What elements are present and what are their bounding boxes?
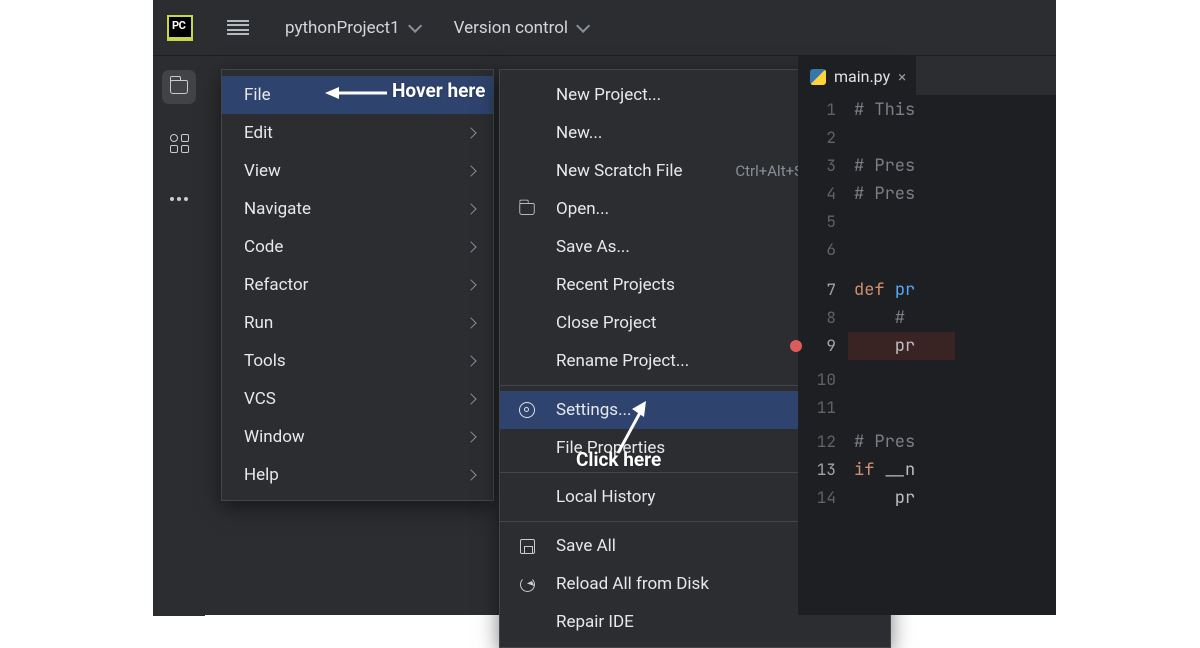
menu-item-label: Recent Projects — [556, 275, 675, 295]
menu-item-edit[interactable]: Edit — [222, 114, 493, 152]
menu-item-label: New... — [556, 123, 602, 143]
menu-item-vcs[interactable]: VCS — [222, 380, 493, 418]
chevron-down-icon — [576, 18, 590, 32]
menu-item-label: Local History — [556, 487, 655, 507]
menu-item-view[interactable]: View — [222, 152, 493, 190]
menu-item-refactor[interactable]: Refactor — [222, 266, 493, 304]
menu-item-label: Open... — [556, 199, 609, 219]
save-icon — [520, 539, 535, 554]
close-tab-icon[interactable]: × — [898, 68, 906, 86]
menu-item-label: Window — [244, 427, 305, 447]
chevron-right-icon — [465, 393, 476, 404]
menu-item-label: Edit — [244, 123, 273, 143]
project-dropdown[interactable]: pythonProject1 — [285, 18, 418, 38]
menu-item-help[interactable]: Help — [222, 456, 493, 494]
menu-item-label: Save All — [556, 536, 616, 556]
chevron-right-icon — [465, 241, 476, 252]
chevron-right-icon — [465, 279, 476, 290]
editor-gutter[interactable]: 1234567891011121314 — [798, 96, 848, 512]
project-toolwindow-button[interactable] — [162, 70, 196, 104]
main-menu-button[interactable] — [227, 20, 249, 36]
editor-code[interactable]: # This# Pres# Presdef pr # pr# Presif __… — [854, 96, 955, 512]
gear-icon — [519, 402, 535, 418]
menu-item-navigate[interactable]: Navigate — [222, 190, 493, 228]
menu-item-label: File Properties — [556, 438, 665, 458]
menu-item-label: Run — [244, 313, 273, 333]
menu-item-tools[interactable]: Tools — [222, 342, 493, 380]
menu-item-code[interactable]: Code — [222, 228, 493, 266]
reload-icon — [520, 577, 535, 592]
menu-item-label: Close Project — [556, 313, 656, 333]
chevron-down-icon — [408, 18, 422, 32]
tool-window-bar — [153, 56, 205, 616]
structure-toolwindow-button[interactable] — [162, 126, 196, 160]
menu-item-label: Navigate — [244, 199, 311, 219]
menu-item-file[interactable]: File — [222, 76, 493, 114]
project-name-label: pythonProject1 — [285, 18, 400, 38]
folder-icon — [170, 80, 188, 94]
vcs-dropdown[interactable]: Version control — [454, 18, 586, 38]
menu-item-label: Save As... — [556, 237, 630, 257]
menu-item-label: VCS — [244, 389, 276, 409]
menu-item-label: New Project... — [556, 85, 661, 105]
menu-item-run[interactable]: Run — [222, 304, 493, 342]
menu-item-label: New Scratch File — [556, 161, 683, 181]
menu-item-label: Settings... — [556, 400, 632, 420]
menu-item-label: Refactor — [244, 275, 308, 295]
menu-item-label: Rename Project... — [556, 351, 689, 371]
chevron-right-icon — [465, 317, 476, 328]
menu-item-label: View — [244, 161, 281, 181]
chevron-right-icon — [465, 127, 476, 138]
menu-item-label: Reload All from Disk — [556, 574, 709, 594]
titlebar: PC pythonProject1 Version control — [153, 0, 1056, 56]
menu-item-label: Repair IDE — [556, 612, 634, 632]
vcs-label: Version control — [454, 18, 568, 38]
app-window: PC pythonProject1 Version control File Ed… — [153, 0, 1056, 615]
dots-icon — [170, 197, 188, 201]
chevron-right-icon — [465, 431, 476, 442]
editor-area: main.py × 1234567891011121314 # This# Pr… — [798, 56, 1056, 615]
structure-icon — [170, 134, 189, 153]
pycharm-logo: PC — [167, 15, 193, 41]
chevron-right-icon — [465, 165, 476, 176]
menu-item-label: Code — [244, 237, 283, 257]
menu-item-window[interactable]: Window — [222, 418, 493, 456]
folder-icon — [519, 203, 534, 215]
menu-item-label: Help — [244, 465, 279, 485]
tab-filename: main.py — [834, 67, 890, 86]
editor-tab[interactable]: main.py × — [798, 56, 916, 96]
python-file-icon — [810, 69, 826, 85]
more-toolwindows-button[interactable] — [162, 182, 196, 216]
menu-item-label: File — [244, 85, 271, 105]
chevron-right-icon — [465, 355, 476, 366]
chevron-right-icon — [465, 203, 476, 214]
main-menu-popup: File Edit View Navigate Code Refactor Run Tools… — [221, 69, 494, 501]
chevron-right-icon — [465, 469, 476, 480]
menu-item-label: Tools — [244, 351, 286, 371]
editor-tab-bar: main.py × — [798, 56, 1056, 96]
breakpoint-icon[interactable] — [790, 340, 802, 352]
